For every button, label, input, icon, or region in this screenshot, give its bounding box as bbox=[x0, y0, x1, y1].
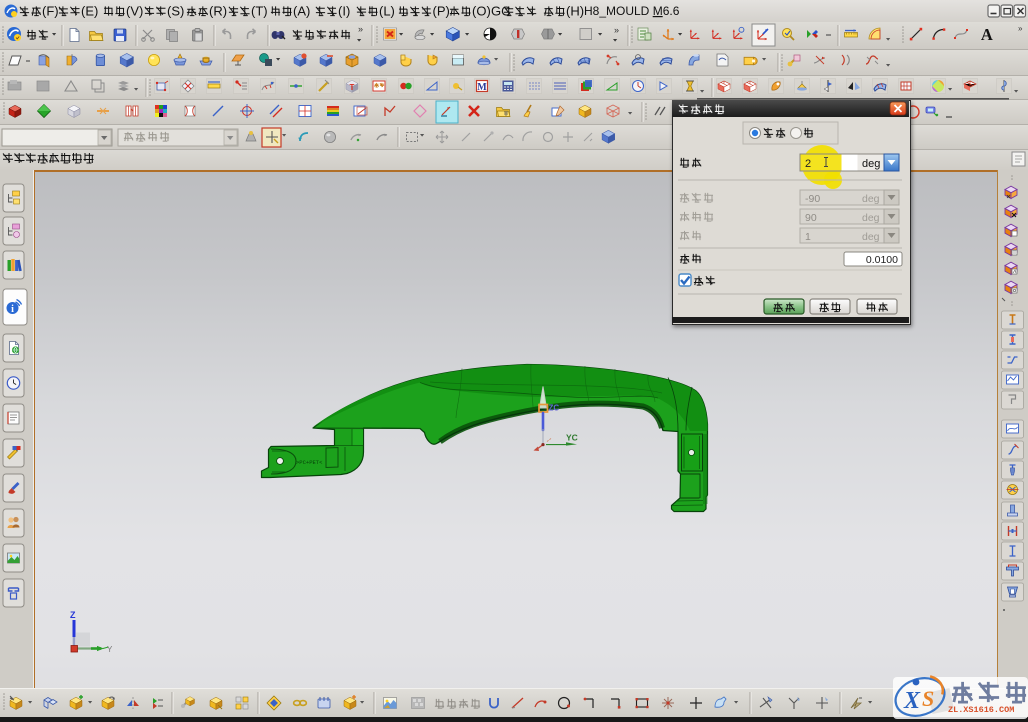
svg-text:1: 1 bbox=[805, 231, 811, 243]
svg-text:deg: deg bbox=[862, 193, 880, 205]
svg-text:-90: -90 bbox=[805, 193, 820, 205]
svg-text:0.0100: 0.0100 bbox=[866, 254, 898, 266]
svg-text:deg: deg bbox=[862, 212, 880, 224]
svg-text:deg: deg bbox=[862, 231, 880, 243]
svg-text:deg: deg bbox=[862, 158, 880, 170]
svg-text:2: 2 bbox=[805, 158, 811, 170]
svg-text:90: 90 bbox=[805, 212, 817, 224]
